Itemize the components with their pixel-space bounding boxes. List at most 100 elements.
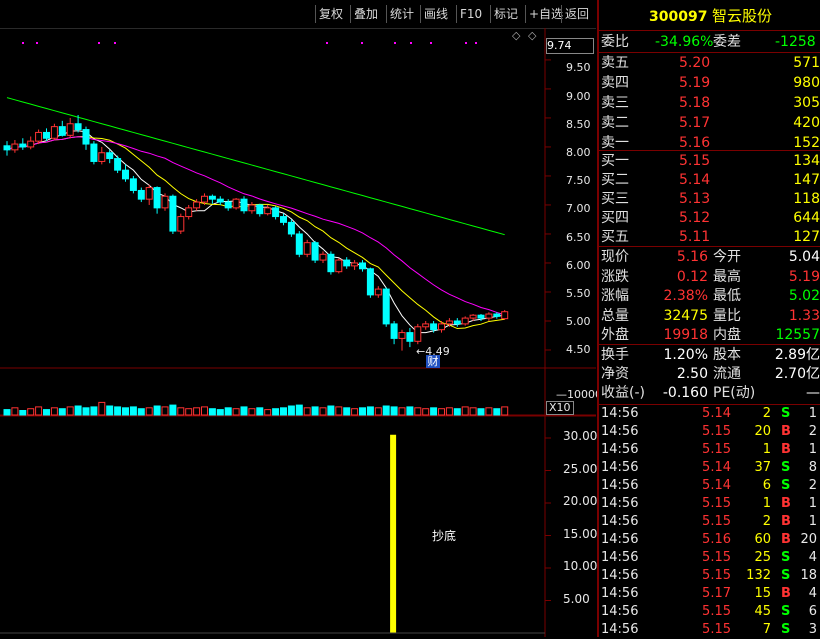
- candle-body: [201, 195, 208, 203]
- volume-bar: [248, 408, 256, 416]
- expand-icon[interactable]: ◇: [528, 29, 536, 42]
- candle-body: [501, 311, 509, 320]
- tick-count: 18: [800, 568, 817, 583]
- tick-volume: 1: [762, 442, 771, 457]
- tick-volume: 132: [746, 568, 771, 583]
- price-axis-ticks: [545, 59, 551, 601]
- volume-bar: [430, 407, 438, 416]
- tick-row[interactable]: 14:56 5.15 20 B 2: [599, 423, 820, 441]
- quote-value: 5.19: [788, 268, 820, 285]
- restore-rights-button[interactable]: 复权: [315, 5, 346, 23]
- volume-bar: [445, 407, 453, 416]
- candle-body: [208, 195, 216, 200]
- tick-volume: 6: [762, 478, 771, 493]
- tick-price: 5.17: [702, 586, 731, 601]
- tick-row[interactable]: 14:56 5.14 2 S 1: [599, 405, 820, 423]
- mark-button[interactable]: 标记: [490, 5, 521, 23]
- signal-dot: [114, 42, 116, 44]
- indicator-tick: 10.00: [563, 559, 598, 573]
- add-watchlist-button[interactable]: +自选: [525, 5, 566, 23]
- bid-price: 5.11: [679, 229, 711, 245]
- tick-time: 14:56: [601, 550, 639, 565]
- tick-price: 5.15: [702, 604, 731, 619]
- tick-row[interactable]: 14:56 5.15 7 S 3: [599, 621, 820, 639]
- tick-direction: S: [781, 550, 791, 565]
- tick-row[interactable]: 14:56 5.14 37 S 8: [599, 459, 820, 477]
- bid-row: 买五 5.11 127: [599, 227, 820, 247]
- quote-value: 5.04: [788, 249, 820, 265]
- bid-volume: 127: [793, 229, 820, 245]
- bid-row: 买四 5.12 644: [599, 208, 820, 228]
- tick-time: 14:56: [601, 514, 639, 529]
- stock-name: 智云股份: [711, 7, 772, 25]
- bid-level-label: 买三: [601, 191, 629, 207]
- volume-bar: [382, 405, 390, 416]
- statistics-button[interactable]: 统计: [386, 5, 417, 23]
- volume-bar: [477, 408, 485, 416]
- candle-body: [82, 129, 90, 145]
- tick-row[interactable]: 14:56 5.16 60 B 20: [599, 531, 820, 549]
- ask-level-label: 卖四: [601, 75, 629, 91]
- signal-dot: [465, 42, 467, 44]
- volume-bar: [193, 407, 201, 416]
- volume-bar: [327, 405, 335, 416]
- volume-bar: [66, 406, 74, 416]
- candle-body: [185, 207, 193, 218]
- tick-row[interactable]: 14:56 5.15 1 B 1: [599, 495, 820, 513]
- indicator-tick: 20.00: [563, 494, 598, 508]
- quote-value: 19918: [663, 327, 708, 343]
- finance-report-label: 财: [427, 355, 439, 368]
- candle-body: [11, 143, 19, 151]
- price-tick: 8.50: [566, 118, 591, 131]
- tick-row[interactable]: 14:56 5.15 2 B 1: [599, 513, 820, 531]
- bid-price: 5.14: [679, 172, 711, 188]
- volume-bar: [272, 408, 280, 416]
- candle-body: [311, 242, 319, 261]
- candle-body: [153, 187, 161, 209]
- draw-line-button[interactable]: 画线: [420, 5, 451, 23]
- volume-bar: [129, 406, 137, 416]
- quote-value: 2.38%: [663, 288, 708, 304]
- tick-volume: 2: [762, 406, 771, 421]
- volume-bar: [359, 407, 366, 416]
- overlay-button[interactable]: 叠加: [350, 5, 381, 23]
- tick-time: 14:56: [601, 424, 639, 439]
- volume-bar: [19, 410, 27, 416]
- kline-chart[interactable]: [0, 28, 596, 637]
- volume-bar: [366, 406, 374, 416]
- f10-button[interactable]: F10: [456, 5, 485, 23]
- price-tick: 6.00: [566, 259, 591, 272]
- volume-bar: [224, 407, 232, 416]
- tick-direction: B: [781, 586, 791, 601]
- tick-volume: 25: [754, 550, 771, 565]
- volume-bar: [501, 406, 509, 416]
- volume-bar: [485, 407, 493, 416]
- quote-value: 5.16: [676, 249, 708, 265]
- candle-body: [406, 332, 414, 342]
- volume-bar: [374, 407, 382, 416]
- order-diff-value: -1258: [775, 34, 816, 50]
- quote-label: 现价: [601, 249, 629, 265]
- tick-row[interactable]: 14:56 5.14 6 S 2: [599, 477, 820, 495]
- tick-time: 14:56: [601, 622, 639, 637]
- bid-price: 5.15: [679, 153, 711, 169]
- price-tick: 4.50: [566, 343, 591, 356]
- tick-row[interactable]: 14:56 5.17 15 B 4: [599, 585, 820, 603]
- tick-count: 1: [808, 496, 817, 511]
- finance-report-badge[interactable]: 财: [426, 355, 440, 368]
- tick-direction: B: [781, 424, 791, 439]
- quote-label: 总量: [601, 307, 629, 324]
- ask-row: 卖三 5.18 305: [599, 93, 820, 113]
- back-button[interactable]: 返回: [561, 5, 592, 23]
- tick-row[interactable]: 14:56 5.15 1 B 1: [599, 441, 820, 459]
- diamond-icon[interactable]: ◇: [512, 29, 520, 42]
- tick-row[interactable]: 14:56 5.15 25 S 4: [599, 549, 820, 567]
- volume-bar: [351, 408, 359, 416]
- tick-row[interactable]: 14:56 5.15 45 S 6: [599, 603, 820, 621]
- fundamental-value: —: [806, 385, 820, 401]
- tick-row[interactable]: 14:56 5.15 132 S 18: [599, 567, 820, 585]
- order-ratio-value: -34.96%: [655, 34, 714, 50]
- volume-bar: [114, 406, 122, 416]
- volume-bar: [422, 408, 430, 416]
- tick-volume: 45: [754, 604, 771, 619]
